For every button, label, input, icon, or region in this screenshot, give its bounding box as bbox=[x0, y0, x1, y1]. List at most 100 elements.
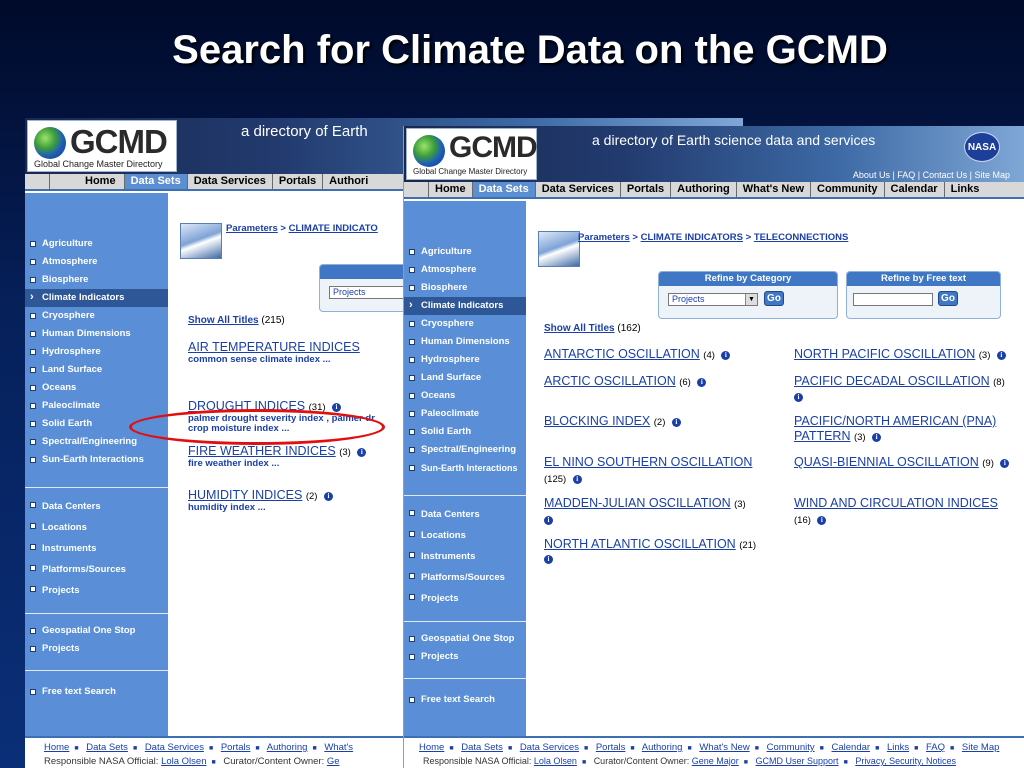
title-item[interactable]: WIND AND CIRCULATION INDICES bbox=[794, 496, 998, 511]
breadcrumb: Parameters > CLIMATE INDICATO bbox=[226, 223, 378, 234]
sidebar-item[interactable]: Sun-Earth Interactions bbox=[404, 459, 526, 477]
sidebar-item[interactable]: Atmosphere bbox=[25, 253, 168, 271]
sidebar-item[interactable]: Human Dimensions bbox=[404, 333, 526, 351]
gcmd-logo[interactable]: GCMD Global Change Master Directory bbox=[27, 120, 177, 172]
sidebar-item[interactable]: Instruments bbox=[25, 538, 168, 559]
sidebar-item[interactable]: Cryosphere bbox=[25, 307, 168, 325]
free-text-go-button[interactable]: Go bbox=[938, 291, 958, 306]
title-item-highlighted[interactable]: NORTH ATLANTIC OSCILLATION (21) bbox=[544, 537, 756, 553]
sidebar-item-free-text[interactable]: Free text Search bbox=[25, 683, 168, 701]
tab-authoring[interactable]: Authoring bbox=[670, 182, 736, 197]
sidebar-item[interactable]: Sun-Earth Interactions bbox=[25, 451, 168, 469]
refine-by-free-text: Refine by Free text Go bbox=[846, 271, 1001, 319]
tab-links[interactable]: Links bbox=[943, 182, 986, 197]
title-item[interactable]: ANTARCTIC OSCILLATION (4) i bbox=[544, 347, 731, 363]
info-icon[interactable]: i bbox=[357, 448, 367, 457]
tab-calendar[interactable]: Calendar bbox=[883, 182, 944, 197]
info-icon[interactable]: i bbox=[721, 351, 731, 360]
info-icon[interactable]: i bbox=[1000, 459, 1010, 468]
sidebar-item[interactable]: Data Centers bbox=[404, 504, 526, 525]
sidebar-item-gos-2[interactable]: Projects bbox=[404, 648, 526, 666]
title-item[interactable]: BLOCKING INDEX (2) i bbox=[544, 414, 681, 430]
gcmd-logo[interactable]: GCMD Global Change Master Directory bbox=[406, 128, 538, 180]
info-icon[interactable]: i bbox=[323, 492, 333, 501]
sidebar-item-gos[interactable]: Geospatial One Stop bbox=[25, 622, 168, 640]
tab-portals[interactable]: Portals bbox=[271, 174, 322, 189]
info-icon[interactable]: i bbox=[996, 351, 1006, 360]
sidebar-item[interactable]: Spectral/Engineering bbox=[404, 441, 526, 459]
show-all-titles: Show All Titles (162) bbox=[544, 323, 641, 334]
info-icon[interactable]: i bbox=[544, 516, 553, 525]
sidebar-item[interactable]: Human Dimensions bbox=[25, 325, 168, 343]
sidebar-item[interactable]: Paleoclimate bbox=[404, 405, 526, 423]
sidebar-item[interactable]: Instruments bbox=[404, 546, 526, 567]
tab-community[interactable]: Community bbox=[810, 182, 884, 197]
sidebar-item[interactable]: Platforms/Sources bbox=[404, 567, 526, 588]
tab-home[interactable]: Home bbox=[428, 182, 472, 197]
sidebar-item[interactable]: Hydrosphere bbox=[25, 343, 168, 361]
tab-home[interactable]: Home bbox=[49, 174, 124, 189]
title-item[interactable]: EL NINO SOUTHERN OSCILLATION bbox=[544, 455, 752, 470]
sidebar-item[interactable]: Platforms/Sources bbox=[25, 559, 168, 580]
sidebar-item[interactable]: Projects bbox=[404, 588, 526, 609]
sidebar-item[interactable]: Atmosphere bbox=[404, 261, 526, 279]
title-item[interactable]: PACIFIC DECADAL OSCILLATION (8) bbox=[794, 374, 1005, 390]
sidebar-item-current[interactable]: Climate Indicators bbox=[25, 288, 168, 307]
slide-title: Search for Climate Data on the GCMD bbox=[172, 28, 888, 72]
info-icon[interactable]: i bbox=[671, 418, 681, 427]
info-icon[interactable]: i bbox=[817, 516, 827, 525]
utility-links[interactable]: About Us | FAQ | Contact Us | Site Map bbox=[853, 170, 1010, 180]
title-item[interactable]: AIR TEMPERATURE INDICES bbox=[188, 340, 360, 355]
sidebar-item[interactable]: Biosphere bbox=[404, 279, 526, 297]
sidebar-item[interactable]: Paleoclimate bbox=[25, 397, 168, 415]
globe-icon bbox=[413, 135, 445, 167]
title-item[interactable]: ARCTIC OSCILLATION (6) i bbox=[544, 374, 707, 390]
tab-portals[interactable]: Portals bbox=[619, 182, 670, 197]
sidebar-item[interactable]: Solid Earth bbox=[404, 423, 526, 441]
info-icon[interactable]: i bbox=[794, 393, 803, 402]
tagline: a directory of Earth science data and se… bbox=[592, 132, 876, 148]
category-select[interactable]: Projects ▼ bbox=[668, 293, 758, 306]
tab-whats-new[interactable]: What's New bbox=[735, 182, 810, 197]
tab-data-sets[interactable]: Data Sets bbox=[123, 174, 187, 189]
sidebar-item[interactable]: Land Surface bbox=[404, 369, 526, 387]
info-icon[interactable]: i bbox=[544, 555, 553, 564]
sidebar-item[interactable]: Data Centers bbox=[25, 496, 168, 517]
category-go-button[interactable]: Go bbox=[764, 291, 784, 306]
title-item-cont[interactable]: PATTERN (3) i bbox=[794, 429, 882, 445]
title-item[interactable]: MADDEN-JULIAN OSCILLATION (3) bbox=[544, 496, 746, 512]
tab-data-sets[interactable]: Data Sets bbox=[471, 182, 535, 197]
tab-data-services[interactable]: Data Services bbox=[186, 174, 272, 189]
info-icon[interactable]: i bbox=[697, 378, 707, 387]
sidebar-item[interactable]: Projects bbox=[25, 580, 168, 601]
sidebar-item[interactable]: Agriculture bbox=[404, 243, 526, 261]
title-item[interactable]: NORTH PACIFIC OSCILLATION (3) i bbox=[794, 347, 1006, 363]
title-item-info: i bbox=[791, 389, 803, 404]
sidebar-item[interactable]: Oceans bbox=[404, 387, 526, 405]
sidebar-item-free-text[interactable]: Free text Search bbox=[404, 691, 526, 709]
info-icon[interactable]: i bbox=[572, 475, 582, 484]
free-text-input[interactable] bbox=[853, 293, 933, 306]
title-item-count: (16) i bbox=[794, 512, 827, 528]
title-item-info: i bbox=[541, 551, 553, 566]
sidebar-item[interactable]: Land Surface bbox=[25, 361, 168, 379]
sidebar-item[interactable]: Locations bbox=[404, 525, 526, 546]
sidebar-item[interactable]: Agriculture bbox=[25, 235, 168, 253]
title-item[interactable]: QUASI-BIENNIAL OSCILLATION (9) i bbox=[794, 455, 1010, 471]
info-icon[interactable]: i bbox=[332, 403, 342, 412]
sidebar-item[interactable]: Locations bbox=[25, 517, 168, 538]
sidebar-item-gos-2[interactable]: Projects bbox=[25, 640, 168, 658]
info-icon[interactable]: i bbox=[872, 433, 882, 442]
nasa-logo[interactable]: NASA bbox=[964, 132, 1000, 162]
sidebar-item[interactable]: Hydrosphere bbox=[404, 351, 526, 369]
tagline: a directory of Earth bbox=[241, 123, 368, 140]
sidebar-item-current[interactable]: Climate Indicators bbox=[404, 296, 526, 315]
tab-authoring[interactable]: Authori bbox=[322, 174, 374, 189]
sidebar-item[interactable]: Biosphere bbox=[25, 271, 168, 289]
gos-list: Geospatial One Stop Projects bbox=[404, 630, 526, 666]
sidebar-item[interactable]: Cryosphere bbox=[404, 315, 526, 333]
sidebar-item[interactable]: Oceans bbox=[25, 379, 168, 397]
sidebar-item-gos[interactable]: Geospatial One Stop bbox=[404, 630, 526, 648]
tab-data-services[interactable]: Data Services bbox=[534, 182, 620, 197]
title-item[interactable]: PACIFIC/NORTH AMERICAN (PNA) bbox=[794, 414, 996, 429]
